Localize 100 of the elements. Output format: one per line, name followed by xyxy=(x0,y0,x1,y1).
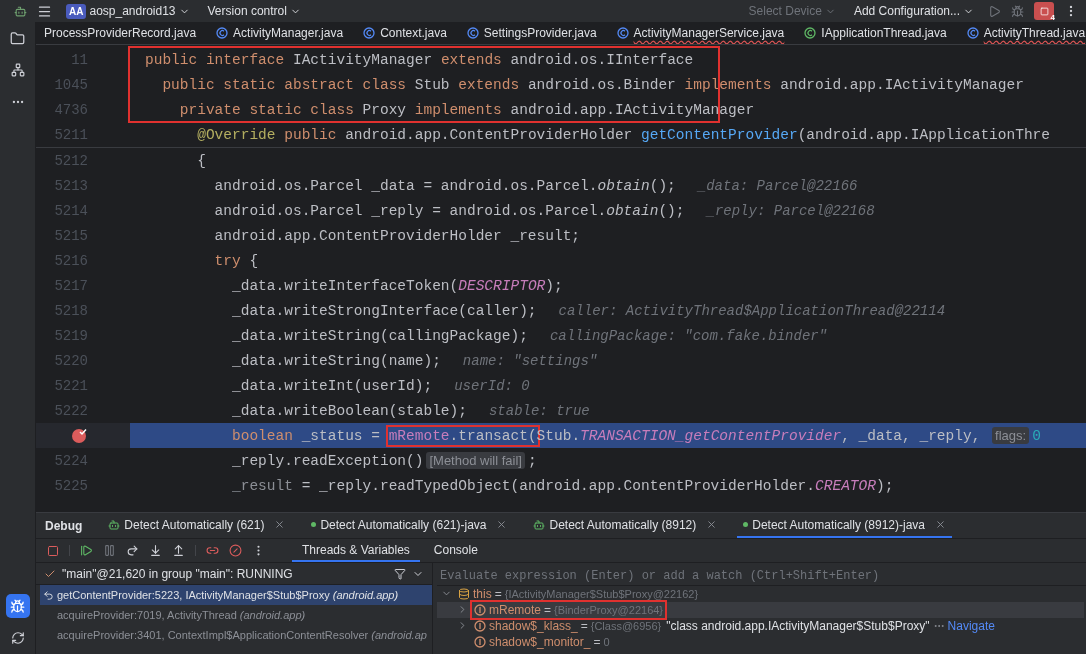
version-control-menu[interactable]: Version control xyxy=(203,4,305,18)
code-token: _data.writeString(callingPackage); xyxy=(231,327,528,344)
code-token: DESCRIPTOR xyxy=(458,277,546,294)
variable-value: {BinderProxy@22164} xyxy=(554,603,664,616)
class-icon xyxy=(216,27,229,39)
code-token: _result xyxy=(231,477,293,494)
inlay-hint: [Method will fail] xyxy=(426,452,525,469)
breakpoint-icon[interactable] xyxy=(71,427,88,444)
code-token: public interface xyxy=(145,51,286,68)
code-token: CREATOR xyxy=(815,477,876,494)
code-token: public static abstract class xyxy=(161,76,408,93)
code-token: android.os.Parcel _reply = android.os.Parcel. xyxy=(213,202,607,219)
panel-tab[interactable]: Console xyxy=(423,539,488,562)
code-token: { xyxy=(248,252,259,269)
file-tab[interactable]: IApplicationThread.java xyxy=(804,26,947,40)
code-token: android.os.IInterface xyxy=(510,51,694,68)
code-token: @Override xyxy=(196,126,276,143)
code-token: 0 xyxy=(1032,427,1041,444)
code-token: = _reply.readTypedObject(android.app.ContentProviderHolder. xyxy=(300,477,816,494)
run-configuration-selector[interactable]: Add Configuration... xyxy=(849,4,978,18)
code-token: android.app.ContentProviderHolder _result; xyxy=(213,227,581,244)
equals-sign: = xyxy=(494,586,502,601)
inline-value: userId: 0 xyxy=(454,377,530,394)
code-token: _data.writeStrongInterface(caller); xyxy=(231,302,537,319)
code-token: android.app.ContentProviderHolder xyxy=(344,126,634,143)
variable-description: "class android.app.IActivityManager$Stub$Proxy" xyxy=(666,618,930,633)
filter-icon[interactable] xyxy=(394,567,406,580)
class-icon xyxy=(363,27,376,39)
variable-name: mRemote xyxy=(489,602,541,617)
app-logo-icon[interactable] xyxy=(14,4,27,18)
inline-value: stable: true xyxy=(488,402,590,419)
class-icon xyxy=(466,27,479,39)
file-tab[interactable]: ActivityManagerService.java xyxy=(616,26,785,40)
panel-tab[interactable]: Threads & Variables xyxy=(292,539,420,562)
stack-frame[interactable]: getContentProvider:5223, IActivityManager$Stub$Proxy (android.app) xyxy=(40,585,432,605)
equals-sign: = xyxy=(544,602,552,617)
code-token: public xyxy=(283,126,337,143)
code-token: _data.writeBoolean(stable); xyxy=(231,402,467,419)
close-icon[interactable] xyxy=(706,519,718,530)
class-icon xyxy=(966,27,979,39)
code-token: { xyxy=(196,152,206,169)
code-token: _reply.readException() xyxy=(231,452,424,469)
code-token: _data.writeInterfaceToken( xyxy=(231,277,459,294)
code-token: Proxy xyxy=(362,101,408,118)
menu-icon[interactable] xyxy=(37,3,52,19)
inline-value: callingPackage: "com.fake.binder" xyxy=(549,327,828,344)
variable-value: {IActivityManager$Stub$Proxy@22162} xyxy=(504,587,699,600)
stop-icon xyxy=(1039,6,1049,16)
variable-value: {Class@6956} xyxy=(590,619,662,632)
file-tab[interactable]: ProcessProviderRecord.java xyxy=(44,26,197,40)
android-icon xyxy=(108,518,121,531)
variable-name: this xyxy=(473,586,492,601)
stack-frame[interactable]: acquireProvider:3401, ContextImpl$ApplicationContentResolver (android.ap xyxy=(40,625,432,645)
session-tab[interactable]: Detect Automatically (8912) xyxy=(527,513,724,538)
close-icon[interactable] xyxy=(496,519,508,530)
code-token: mRemote xyxy=(388,427,450,444)
code-token: .transact( xyxy=(449,427,537,444)
code-token: _data.writeInt(userId); xyxy=(231,377,433,394)
debug-button[interactable]: 4 xyxy=(1034,2,1054,20)
dot-icon xyxy=(311,522,317,527)
file-tab[interactable]: ActivityManager.java xyxy=(216,26,344,40)
code-token: ); xyxy=(875,477,894,494)
code-token: (); xyxy=(658,202,685,219)
inline-value: caller: ActivityThread$ApplicationThread@22114 xyxy=(558,302,946,319)
field-icon xyxy=(474,603,486,616)
field-icon xyxy=(474,619,486,632)
session-tab[interactable]: Detect Automatically (621) xyxy=(102,513,292,538)
stack-frame[interactable]: acquireProvider:7019, ActivityThread (android.app) xyxy=(40,605,432,625)
code-token: extends xyxy=(458,76,521,93)
code-token: Stub xyxy=(414,76,451,93)
code-token: getContentProvider xyxy=(641,126,798,143)
file-tab[interactable]: Context.java xyxy=(363,26,447,40)
code-token: _data.writeString(name); xyxy=(231,352,441,369)
code-token: (); xyxy=(649,177,676,194)
return-icon xyxy=(43,589,54,601)
code-token: , _data, _reply, xyxy=(841,427,982,444)
code-token: _status = xyxy=(300,427,381,444)
code-token: ; xyxy=(527,452,537,469)
session-tab[interactable]: Detect Automatically (8912)-java xyxy=(737,513,952,538)
inline-value: _reply: Parcel@22168 xyxy=(706,202,875,219)
session-tab[interactable]: Detect Automatically (621)-java xyxy=(305,513,514,538)
variable-value: 0 xyxy=(603,635,610,648)
evaluate-field[interactable]: Evaluate expression (Enter) or add a watch (Ctrl+Shift+Enter) xyxy=(437,567,1086,586)
navigate-link[interactable]: Navigate xyxy=(947,618,995,633)
code-token: android.os.Parcel _data = android.os.Parcel. xyxy=(213,177,598,194)
code-token: (android.app.IApplicationThre xyxy=(797,126,1050,143)
run-icon[interactable] xyxy=(988,4,1001,18)
close-icon[interactable] xyxy=(935,519,946,530)
bug-icon[interactable] xyxy=(5,594,30,618)
inlay-hint: flags: xyxy=(992,427,1030,444)
code-token: implements xyxy=(414,101,503,118)
file-tab[interactable]: SettingsProvider.java xyxy=(466,26,597,40)
file-tab[interactable]: ActivityThread.java xyxy=(966,26,1086,40)
code-token: TRANSACTION_getContentProvider xyxy=(580,427,842,444)
close-icon[interactable] xyxy=(274,519,286,530)
code-token: IActivityManager xyxy=(292,51,434,68)
project-selector[interactable]: AA aosp_android13 xyxy=(62,3,194,19)
code-token: android.os.Binder xyxy=(527,76,677,93)
code-token: obtain xyxy=(597,177,650,194)
inline-value: name: "settings" xyxy=(462,352,598,369)
